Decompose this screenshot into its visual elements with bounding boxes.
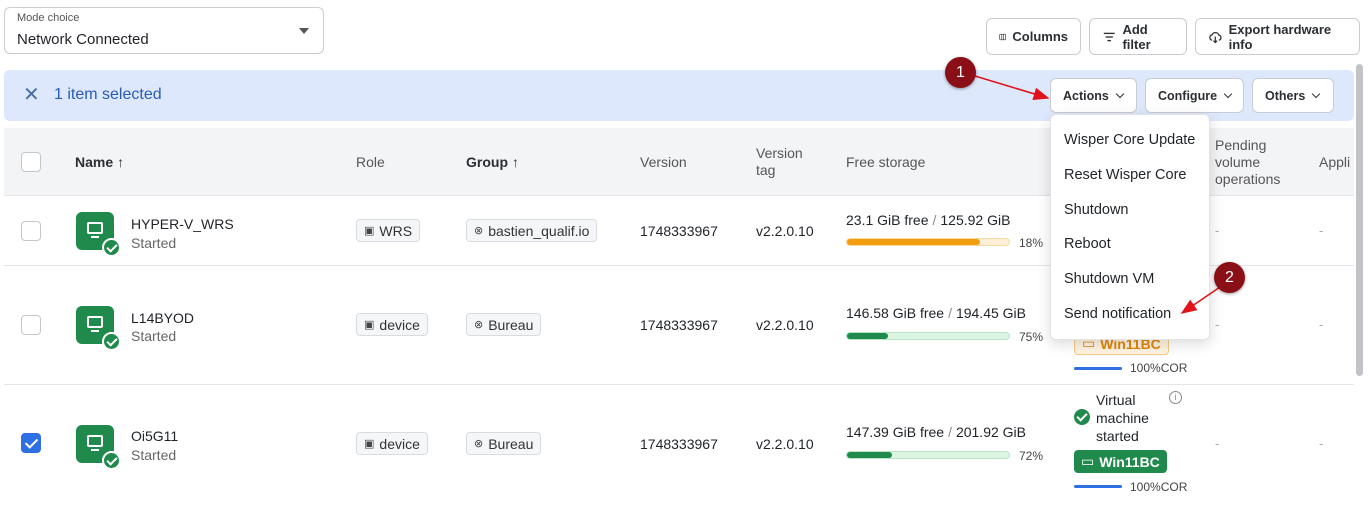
annotation-callout-1: 1 (945, 57, 976, 88)
annotation-arrow-2 (1180, 286, 1221, 314)
annotation-arrow-1 (974, 75, 1050, 100)
annotation-callout-2: 2 (1214, 262, 1245, 293)
annotation-arrows (974, 75, 1221, 314)
